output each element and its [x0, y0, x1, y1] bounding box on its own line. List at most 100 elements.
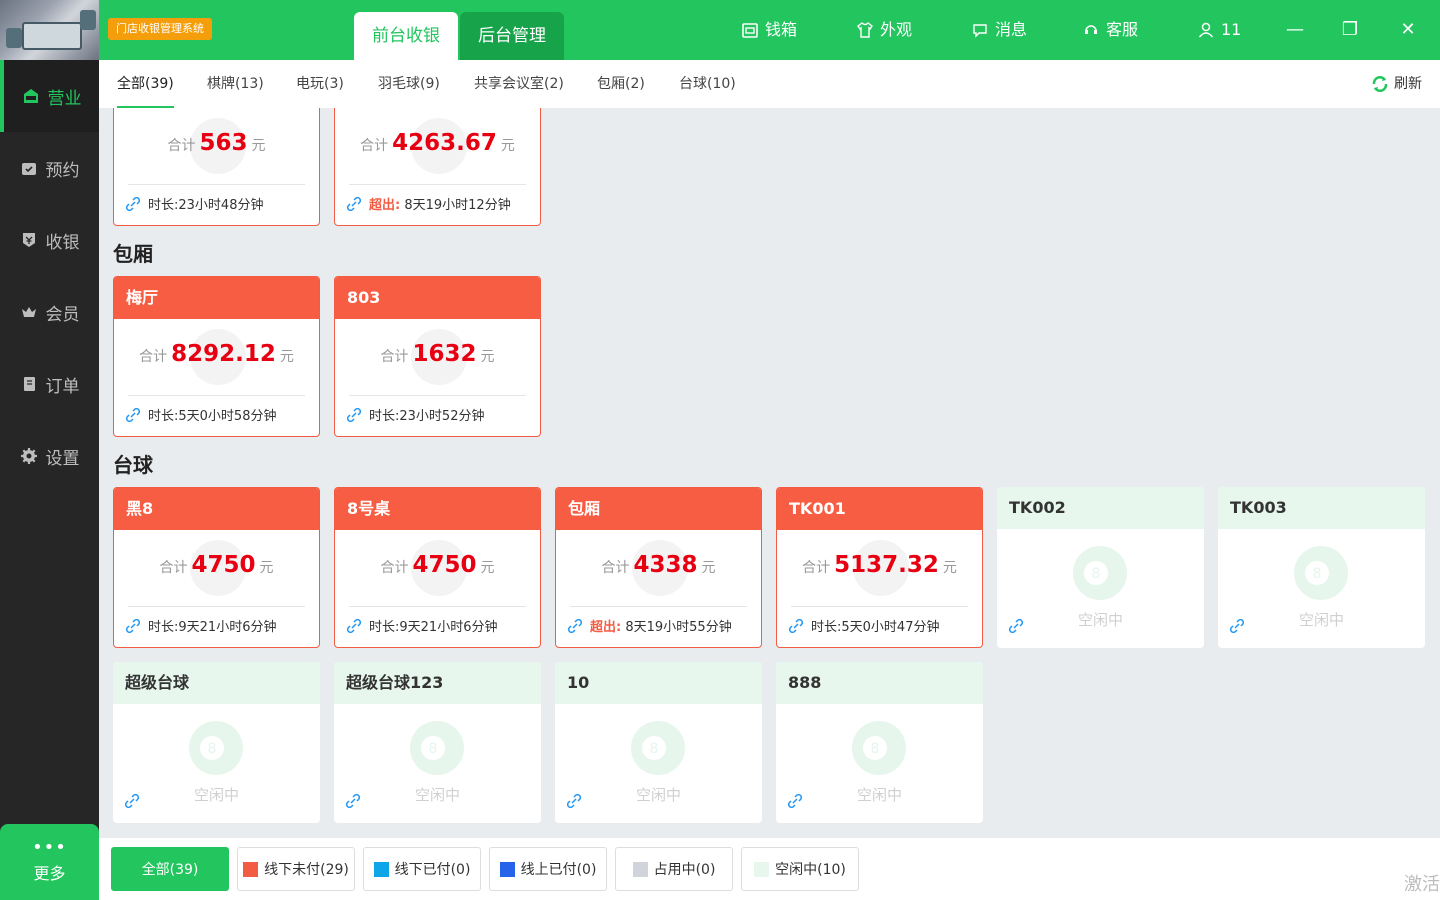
- sidebar-item-member[interactable]: 会员: [0, 276, 99, 348]
- svg-text:8: 8: [208, 741, 217, 757]
- category-tab-games[interactable]: 电玩(3): [296, 60, 344, 108]
- filter-label: 线下未付(29): [264, 862, 349, 878]
- svg-text:8: 8: [650, 741, 659, 757]
- table-card[interactable]: 888 8 空闲中: [776, 662, 983, 823]
- duration: 时长:9天21小时6分钟: [347, 616, 497, 635]
- restore-button[interactable]: ❐: [1338, 18, 1362, 42]
- table-card[interactable]: 803 合计 1632 元 时长:23小时52分钟: [334, 276, 541, 437]
- refresh-icon: [1372, 76, 1388, 92]
- support-button[interactable]: 客服: [1082, 18, 1138, 42]
- user-button[interactable]: 11: [1197, 18, 1241, 42]
- table-name: 黑8: [114, 488, 319, 530]
- table-card[interactable]: TK001 合计 5137.32 元 时长:5天0小时47分钟: [776, 487, 983, 648]
- system-name-badge: 门店收银管理系统: [108, 18, 212, 40]
- category-tab-private-room[interactable]: 包厢(2): [597, 60, 645, 108]
- appearance-button[interactable]: 外观: [856, 18, 912, 42]
- calendar-icon: [21, 163, 36, 175]
- total-amount: 合计 4750 元: [380, 552, 495, 578]
- table-card[interactable]: 合计 563 元 时长:23小时48分钟: [113, 108, 320, 226]
- duration: 时长:5天0小时58分钟: [126, 405, 276, 424]
- sidebar-item-label: 预约: [45, 160, 80, 181]
- billiard-ball-icon: 8: [189, 721, 243, 775]
- idle-status: 空闲中: [635, 786, 681, 804]
- total-amount: 合计 4263.67 元: [360, 130, 515, 156]
- link-icon: [347, 407, 361, 422]
- table-name: 梅厅: [114, 277, 319, 319]
- category-tab-billiards[interactable]: 台球(10): [679, 60, 736, 108]
- filter-offline-unpaid[interactable]: 线下未付(29): [237, 847, 355, 891]
- table-name: TK002: [997, 487, 1204, 529]
- sidebar-item-label: 营业: [47, 88, 82, 109]
- refresh-button[interactable]: 刷新: [1370, 60, 1422, 108]
- link-icon: [346, 794, 360, 808]
- table-name: TK003: [1218, 487, 1425, 529]
- link-icon: [347, 618, 361, 633]
- table-card[interactable]: TK003 8 空闲中: [1218, 487, 1425, 648]
- tab-back-office[interactable]: 后台管理: [460, 12, 564, 60]
- sidebar-item-settings[interactable]: 设置: [0, 420, 99, 492]
- table-name: 803: [335, 277, 540, 319]
- crown-icon: [21, 307, 36, 317]
- total-amount: 合计 4338 元: [601, 552, 716, 578]
- total-amount: 合计 1632 元: [380, 341, 495, 367]
- section-title-billiards: 台球: [113, 453, 153, 477]
- more-button[interactable]: ••• 更多: [0, 824, 99, 900]
- category-bar: 全部(39) 棋牌(13) 电玩(3) 羽毛球(9) 共享会议室(2) 包厢(2…: [99, 60, 1440, 108]
- filter-label: 线上已付(0): [520, 862, 597, 878]
- order-icon: [23, 377, 35, 391]
- table-grid: 合计 563 元 时长:23小时48分钟 合计 4263.67 元 超出: 8天19小时…: [99, 108, 1440, 838]
- status-swatch: [754, 861, 770, 877]
- table-card[interactable]: 合计 4263.67 元 超出: 8天19小时12分钟: [334, 108, 541, 226]
- duration: 超出: 8天19小时55分钟: [568, 616, 732, 635]
- table-card[interactable]: TK002 8 空闲中: [997, 487, 1204, 648]
- minimize-button[interactable]: —: [1283, 18, 1307, 42]
- category-tab-chess[interactable]: 棋牌(13): [207, 60, 264, 108]
- table-card[interactable]: 包厢 合计 4338 元 超出: 8天19小时55分钟: [555, 487, 762, 648]
- duration: 超出: 8天19小时12分钟: [347, 194, 511, 213]
- total-amount: 合计 8292.12 元: [139, 341, 294, 367]
- messages-button[interactable]: 消息: [971, 18, 1027, 42]
- status-filter-bar: 全部(39) 线下未付(29) 线下已付(0) 线上已付(0) 占用中(0) 空…: [99, 838, 1440, 900]
- link-icon: [567, 794, 581, 808]
- table-card[interactable]: 超级台球 8 空闲中: [113, 662, 320, 823]
- duration: 时长:5天0小时47分钟: [789, 616, 939, 635]
- user-icon: [1198, 22, 1214, 38]
- sidebar-item-reservation[interactable]: 预约: [0, 132, 99, 204]
- filter-online-paid[interactable]: 线上已付(0): [489, 847, 607, 891]
- idle-status: 空闲中: [856, 786, 902, 804]
- filter-label: 空闲中(10): [775, 862, 846, 878]
- filter-occupied[interactable]: 占用中(0): [615, 847, 733, 891]
- link-icon: [347, 196, 361, 211]
- sidebar-item-cashier[interactable]: 收银: [0, 204, 99, 276]
- filter-offline-paid[interactable]: 线下已付(0): [363, 847, 481, 891]
- status-swatch: [243, 861, 259, 877]
- filter-label: 全部(39): [141, 862, 199, 878]
- total-amount: 合计 563 元: [167, 130, 266, 156]
- sidebar-item-business[interactable]: 营业: [0, 60, 99, 132]
- store-photo: [0, 0, 99, 60]
- sidebar: 营业 预约 收银 会员 订单 设置 ••• 更多: [0, 60, 99, 900]
- table-card[interactable]: 10 8 空闲中: [555, 662, 762, 823]
- table-card[interactable]: 8号桌 合计 4750 元 时长:9天21小时6分钟: [334, 487, 541, 648]
- category-tab-badminton[interactable]: 羽毛球(9): [378, 60, 440, 108]
- shirt-icon: [857, 22, 873, 38]
- tab-front-cashier[interactable]: 前台收银: [354, 12, 458, 60]
- billiard-ball-icon: 8: [1073, 546, 1127, 600]
- link-icon: [125, 794, 139, 808]
- table-card[interactable]: 黑8 合计 4750 元 时长:9天21小时6分钟: [113, 487, 320, 648]
- duration: 时长:9天21小时6分钟: [126, 616, 276, 635]
- table-card[interactable]: 梅厅 合计 8292.12 元 时长:5天0小时58分钟: [113, 276, 320, 437]
- filter-all[interactable]: 全部(39): [111, 847, 229, 891]
- sidebar-item-label: 会员: [45, 304, 80, 325]
- table-name: 10: [555, 662, 762, 704]
- category-tab-meeting-room[interactable]: 共享会议室(2): [474, 60, 564, 108]
- svg-text:8: 8: [429, 741, 438, 757]
- sidebar-item-orders[interactable]: 订单: [0, 348, 99, 420]
- top-bar: 门店收银管理系统 前台收银 后台管理 钱箱 外观 消息 客服 11 — ❐ ✕: [0, 0, 1440, 60]
- cashbox-button[interactable]: 钱箱: [741, 18, 797, 42]
- category-tab-all[interactable]: 全部(39): [117, 60, 174, 108]
- filter-idle[interactable]: 空闲中(10): [741, 847, 859, 891]
- close-button[interactable]: ✕: [1396, 18, 1420, 42]
- total-amount: 合计 4750 元: [159, 552, 274, 578]
- table-card[interactable]: 超级台球123 8 空闲中: [334, 662, 541, 823]
